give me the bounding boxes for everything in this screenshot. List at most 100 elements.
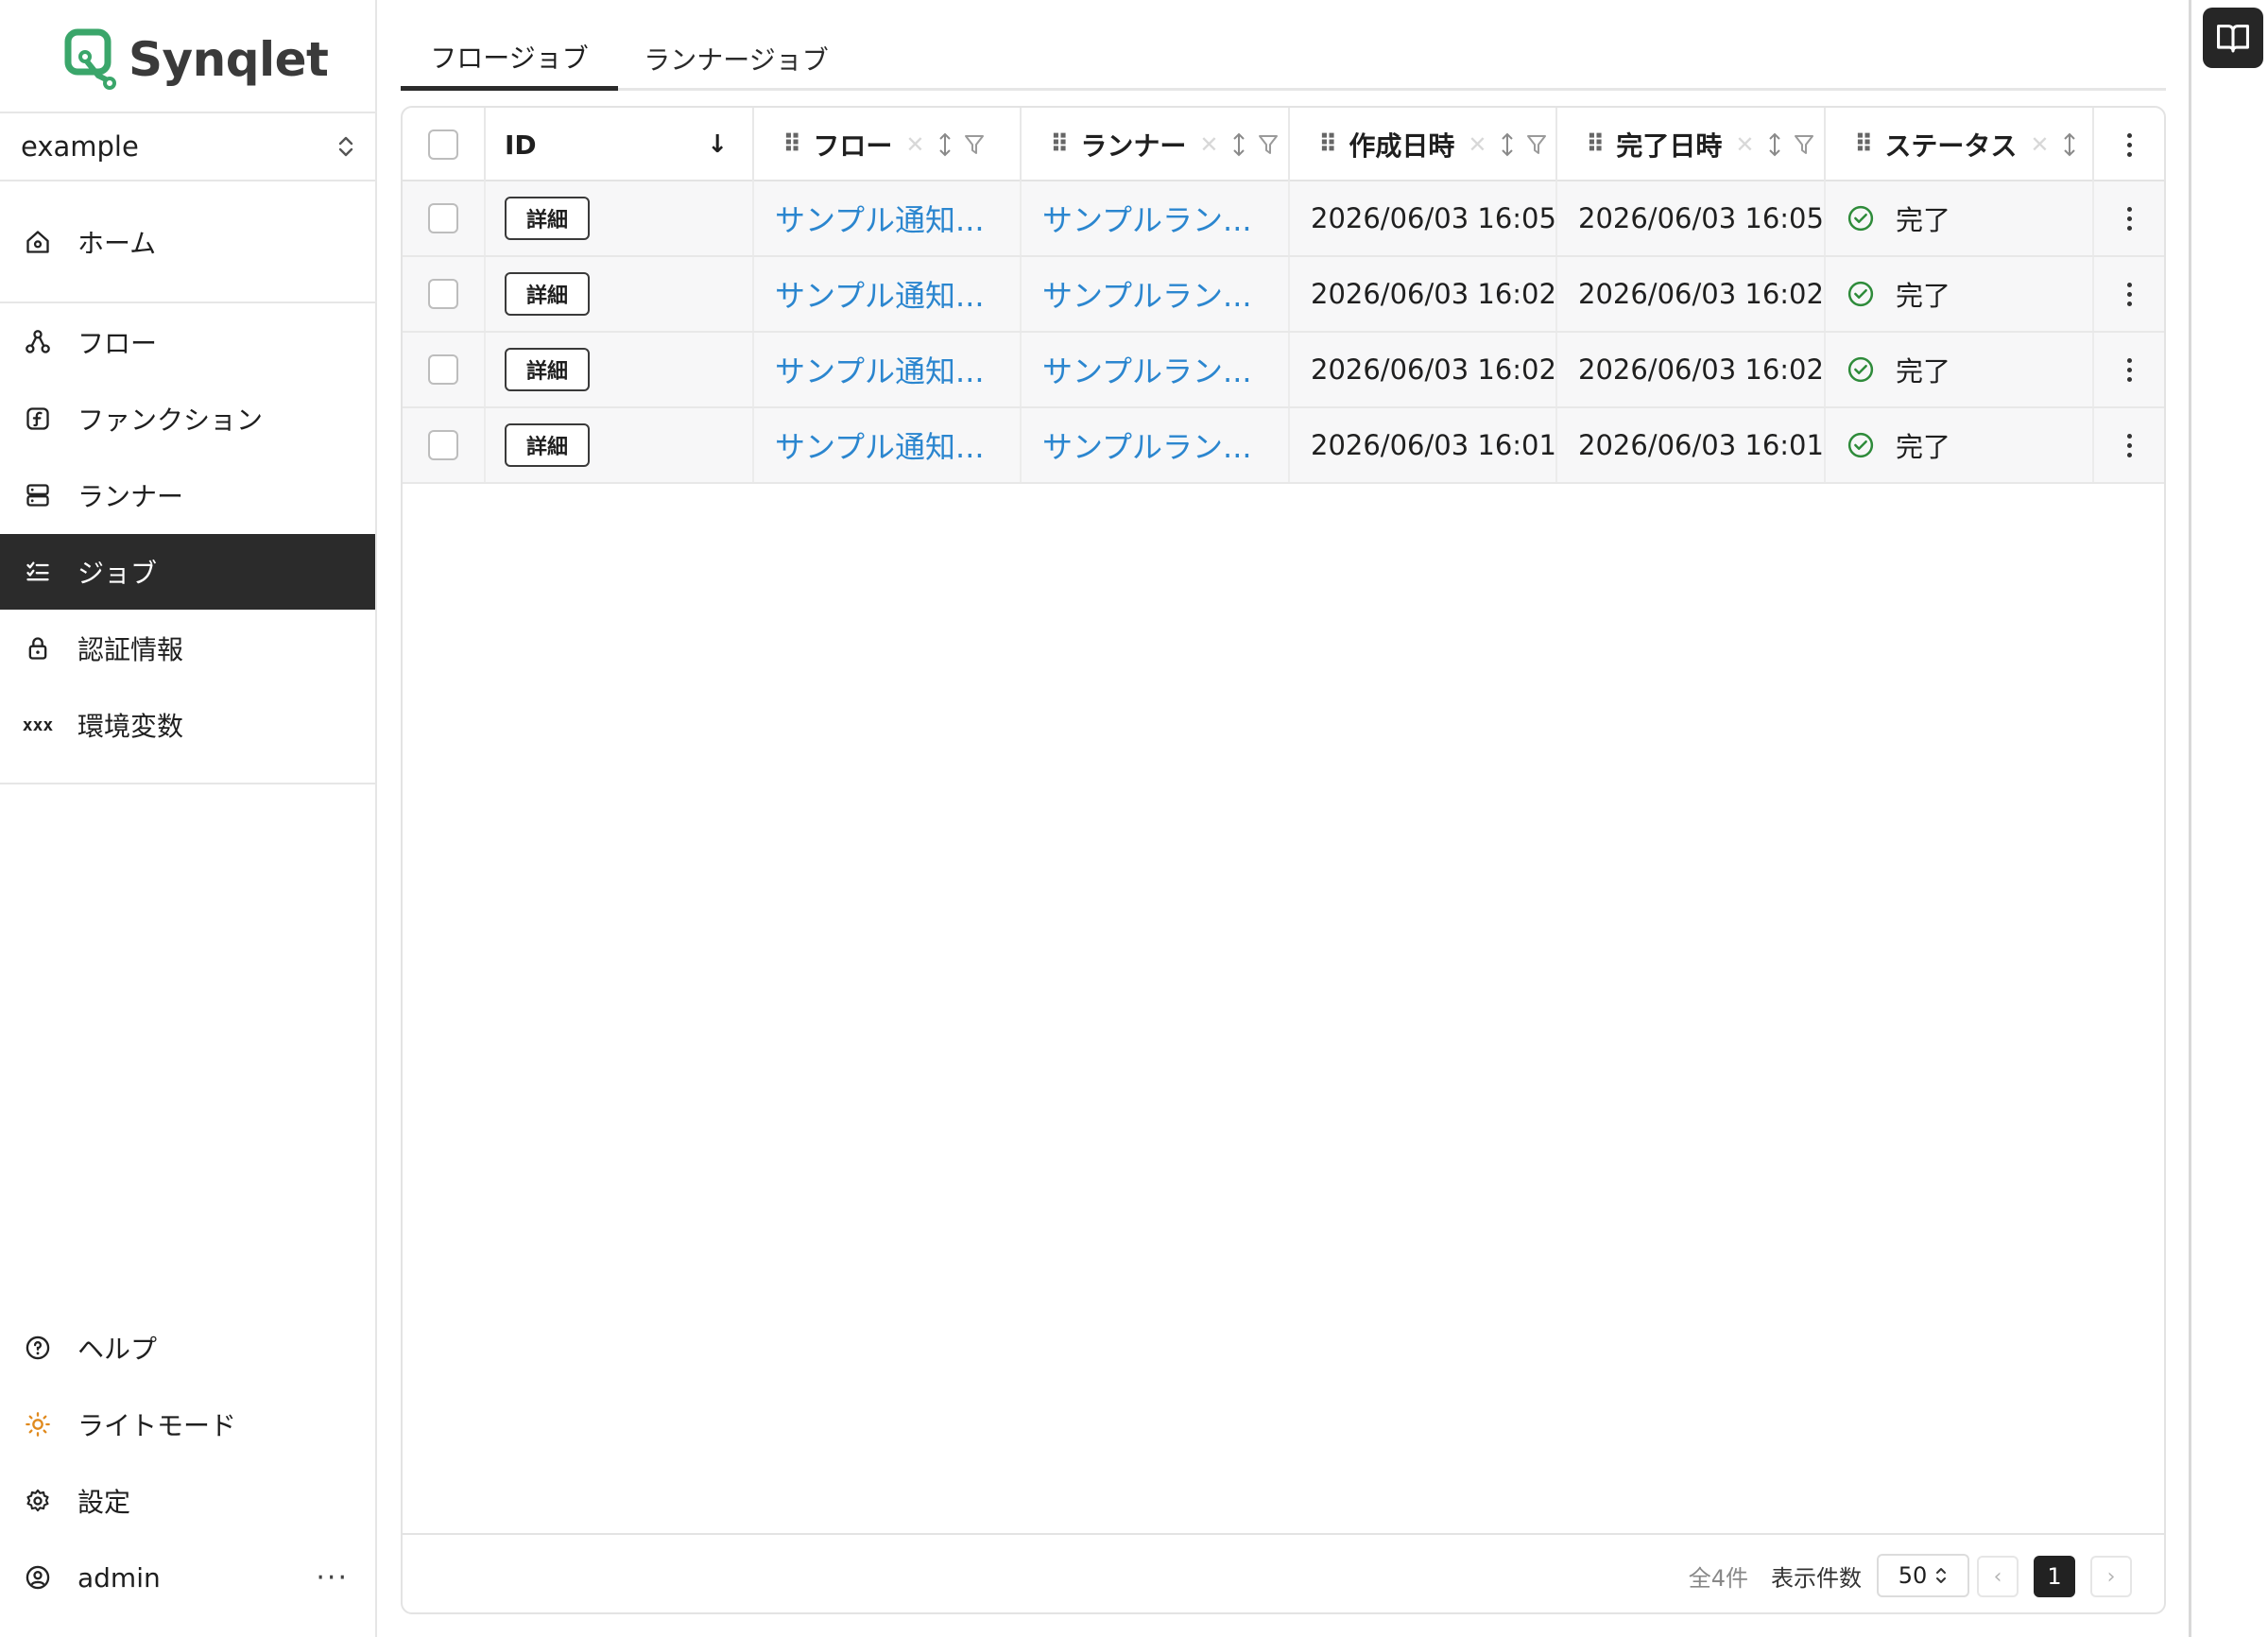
user-menu[interactable]: admin ··· (0, 1540, 375, 1615)
sort-icon[interactable] (937, 131, 953, 158)
theme-toggle[interactable]: ライトモード (0, 1387, 375, 1462)
lock-icon (23, 633, 53, 663)
sidebar-item-function[interactable]: ファンクション (0, 381, 375, 457)
row-checkbox[interactable] (428, 203, 458, 233)
workspace-select[interactable]: example (0, 112, 375, 181)
table-row[interactable]: 詳細 サンプル通知... サンプルラン... 2026/06/03 16:02:… (403, 257, 2164, 333)
sidebar-item-label: 設定 (77, 1487, 131, 1518)
completed-cell: 2026/06/03 16:02:0 (1557, 333, 1826, 406)
sidebar-item-label: ライトモード (77, 1410, 237, 1441)
next-page-button[interactable]: › (2090, 1556, 2132, 1597)
docs-button[interactable] (2203, 8, 2263, 68)
brand-name: Synqlet (129, 32, 329, 87)
table-row[interactable]: 詳細 サンプル通知... サンプルラン... 2026/06/03 16:01:… (403, 408, 2164, 484)
sidebar-item-label: ヘルプ (77, 1334, 158, 1365)
table-row[interactable]: 詳細 サンプル通知... サンプルラン... 2026/06/03 16:05:… (403, 181, 2164, 257)
row-menu-icon[interactable] (2126, 282, 2132, 306)
brand-logo[interactable]: Synqlet (64, 26, 329, 93)
filter-icon[interactable] (1794, 133, 1814, 156)
detail-button[interactable]: 詳細 (505, 272, 590, 316)
table-header: ID ↓ ⠿ フロー ✕ ⠿ ランナー ✕ ⠿ 作成日時 ✕ ⠿ 完了日時 ✕ (403, 108, 2164, 181)
sidebar-divider (0, 302, 375, 303)
sidebar-item-help[interactable]: ヘルプ (0, 1310, 375, 1386)
drag-handle-icon[interactable]: ⠿ (1586, 130, 1605, 159)
filter-icon[interactable] (964, 133, 985, 156)
clear-filter-icon[interactable]: ✕ (1468, 131, 1486, 158)
sidebar-item-job[interactable]: ジョブ (0, 534, 375, 610)
status-label: 完了 (1896, 280, 1951, 312)
clear-filter-icon[interactable]: ✕ (905, 131, 924, 158)
sort-icon[interactable] (1500, 131, 1515, 158)
per-page-select[interactable]: 50 (1877, 1554, 1969, 1597)
sidebar-item-label: ホーム (77, 228, 157, 259)
more-icon[interactable]: ··· (316, 1561, 349, 1594)
row-checkbox[interactable] (428, 279, 458, 309)
row-checkbox[interactable] (428, 354, 458, 385)
row-checkbox[interactable] (428, 430, 458, 460)
detail-button[interactable]: 詳細 (505, 423, 590, 467)
clear-filter-icon[interactable]: ✕ (1735, 131, 1754, 158)
check-circle-icon (1847, 281, 1874, 307)
sidebar-item-credentials[interactable]: 認証情報 (0, 611, 375, 686)
sidebar-item-settings[interactable]: 設定 (0, 1463, 375, 1539)
sidebar-item-home[interactable]: ホーム (0, 204, 375, 280)
select-all-checkbox[interactable] (428, 129, 458, 160)
server-icon (23, 480, 53, 510)
completed-cell: 2026/06/03 16:02:1 (1557, 257, 1826, 331)
col-header-created[interactable]: ⠿ 作成日時 ✕ (1290, 108, 1557, 181)
col-header-runner[interactable]: ⠿ ランナー ✕ (1022, 108, 1290, 181)
clear-filter-icon[interactable]: ✕ (2030, 131, 2049, 158)
column-menu-icon[interactable] (2126, 132, 2132, 157)
drag-handle-icon[interactable]: ⠿ (1318, 130, 1337, 159)
status-label: 完了 (1896, 431, 1951, 463)
flow-link[interactable]: サンプル通知... (775, 272, 985, 316)
flow-link[interactable]: サンプル通知... (775, 423, 985, 467)
drag-handle-icon[interactable]: ⠿ (782, 130, 801, 159)
sort-icon[interactable] (2062, 131, 2077, 158)
col-header-flow[interactable]: ⠿ フロー ✕ (754, 108, 1022, 181)
filter-icon[interactable] (1526, 133, 1547, 156)
sidebar-item-flow[interactable]: フロー (0, 304, 375, 380)
runner-link[interactable]: サンプルラン... (1042, 423, 1252, 467)
detail-button[interactable]: 詳細 (505, 197, 590, 240)
runner-cell: サンプルラン... (1022, 408, 1290, 482)
drag-handle-icon[interactable]: ⠿ (1050, 130, 1069, 159)
drag-handle-icon[interactable]: ⠿ (1854, 130, 1873, 159)
runner-link[interactable]: サンプルラン... (1042, 272, 1252, 316)
detail-button[interactable]: 詳細 (505, 348, 590, 391)
sort-icon[interactable] (1767, 131, 1782, 158)
sort-desc-icon[interactable]: ↓ (707, 130, 728, 159)
tab-runner-jobs[interactable]: ランナージョブ (627, 26, 845, 91)
runner-cell: サンプルラン... (1022, 333, 1290, 406)
sidebar-item-runner[interactable]: ランナー (0, 457, 375, 533)
table-row[interactable]: 詳細 サンプル通知... サンプルラン... 2026/06/03 16:02:… (403, 333, 2164, 408)
sidebar-item-env[interactable]: xxx 環境変数 (0, 687, 375, 763)
chevron-updown-icon (338, 136, 353, 157)
sort-icon[interactable] (1231, 131, 1246, 158)
gear-icon (23, 1486, 53, 1516)
row-menu-icon[interactable] (2126, 433, 2132, 457)
clear-filter-icon[interactable]: ✕ (1199, 131, 1218, 158)
col-header-actions[interactable] (2094, 108, 2164, 181)
col-header-completed[interactable]: ⠿ 完了日時 ✕ (1557, 108, 1826, 181)
row-menu-icon[interactable] (2126, 206, 2132, 231)
status-cell: 完了 (1826, 257, 2094, 331)
sidebar-divider (0, 783, 375, 784)
col-header-status[interactable]: ⠿ ステータス ✕ (1826, 108, 2094, 181)
runner-link[interactable]: サンプルラン... (1042, 348, 1252, 391)
sidebar-item-label: 環境変数 (77, 711, 184, 742)
right-rail (2189, 0, 2268, 1637)
prev-page-button[interactable]: ‹ (1977, 1556, 2019, 1597)
filter-icon[interactable] (1258, 133, 1279, 156)
status-cell: 完了 (1826, 181, 2094, 255)
row-menu-icon[interactable] (2126, 357, 2132, 382)
flow-link[interactable]: サンプル通知... (775, 348, 985, 391)
page-button-1[interactable]: 1 (2034, 1556, 2075, 1597)
flow-icon (23, 327, 53, 357)
status-label: 完了 (1896, 204, 1951, 236)
runner-link[interactable]: サンプルラン... (1042, 197, 1252, 240)
flow-link[interactable]: サンプル通知... (775, 197, 985, 240)
sidebar-item-label: ファンクション (77, 405, 264, 436)
col-header-id[interactable]: ID ↓ (486, 108, 754, 181)
tab-flow-jobs[interactable]: フロージョブ (401, 26, 618, 91)
